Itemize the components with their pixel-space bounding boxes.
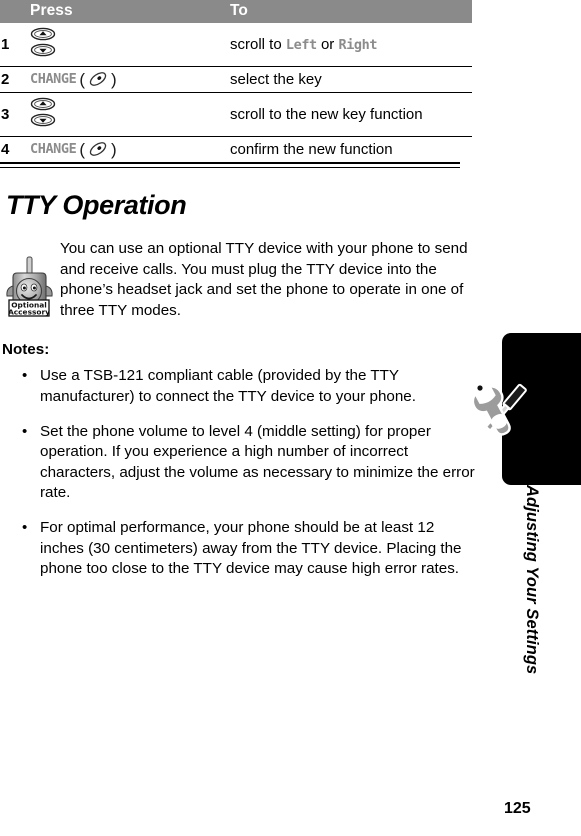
manual-page: Press To 1 scroll to Left or Right 2 CHA… [0, 0, 581, 836]
step-number: 4 [1, 140, 10, 158]
step-number: 3 [0, 92, 22, 137]
step-press-action: CHANGE ( ) [22, 66, 226, 93]
display-text-left: Left [285, 36, 317, 53]
step-press-action [22, 92, 226, 137]
softkey-label: CHANGE [30, 71, 77, 87]
step-result-text: confirm the new function [230, 140, 393, 158]
right-paren: ) [111, 69, 117, 89]
list-item-text: Set the phone volume to level 4 (middle … [40, 422, 475, 502]
step-result-text: select the key [226, 66, 472, 93]
step-number: 2 [0, 66, 22, 93]
section-heading: TTY Operation [6, 190, 187, 220]
list-item: • Use a TSB-121 compliant cable (provide… [0, 366, 480, 407]
step-number: 1 [0, 23, 22, 67]
left-paren: ( [79, 139, 86, 159]
steps-table: Press To 1 scroll to Left or Right 2 CHA… [0, 0, 472, 162]
step-result-prefix: scroll to [230, 35, 286, 53]
table-row: 4 CHANGE () confirm the new function [0, 137, 472, 163]
softkey-button-icon [88, 140, 108, 158]
accessory-sign-line2: Accessory [8, 307, 50, 316]
step-result-text: scroll to Left or Right [226, 23, 472, 67]
list-item-text: For optimal performance, your phone shou… [40, 518, 462, 578]
display-text-right: Right [338, 36, 378, 53]
notes-list: • Use a TSB-121 compliant cable (provide… [0, 366, 481, 579]
chapter-side-label: Adjusting Your Settings [523, 485, 541, 675]
bullet-icon: • [22, 518, 28, 536]
step-press-action [22, 23, 226, 67]
column-header-to: To [226, 0, 472, 23]
optional-accessory-icon: Optional Accessory [2, 255, 56, 317]
intro-paragraph: You can use an optional TTY device with … [60, 240, 468, 319]
step-press-action: CHANGE ( ) [22, 137, 226, 163]
column-header-press: Press [22, 0, 226, 23]
step-result-text: scroll to the new key function [226, 92, 472, 137]
page-number: 125 [504, 800, 531, 817]
list-item-text: Use a TSB-121 compliant cable (provided … [40, 367, 416, 405]
softkey-button-icon [88, 70, 108, 88]
table-bottom-rule-inner [0, 167, 460, 168]
table-row: 2 CHANGE () select the key [0, 66, 472, 93]
scroll-key-icon [30, 96, 56, 128]
page-content: Press To 1 scroll to Left or Right 2 CHA… [0, 0, 481, 594]
bullet-icon: • [22, 367, 28, 385]
scroll-key-icon [30, 26, 56, 58]
table-header-row: Press To [0, 0, 472, 23]
softkey-change: CHANGE ( ) [30, 70, 117, 88]
list-item: • Set the phone volume to level 4 (middl… [0, 422, 480, 504]
notes-label: Notes: [2, 341, 50, 359]
table-row: 3 scroll to the new key function [0, 92, 472, 137]
softkey-label: CHANGE [30, 141, 77, 157]
column-header-number [0, 0, 22, 23]
right-paren: ) [111, 139, 117, 159]
step-result-mid: or [316, 35, 339, 53]
table-row: 1 scroll to Left or Right [0, 23, 472, 67]
softkey-change: CHANGE ( ) [30, 140, 117, 158]
wrench-screwdriver-icon [471, 376, 537, 442]
intro-block: Optional Accessory You can use an option… [0, 239, 481, 321]
left-paren: ( [79, 69, 86, 89]
table-bottom-rule-outer [0, 162, 460, 164]
list-item: • For optimal performance, your phone sh… [0, 518, 480, 580]
bullet-icon: • [22, 422, 28, 440]
